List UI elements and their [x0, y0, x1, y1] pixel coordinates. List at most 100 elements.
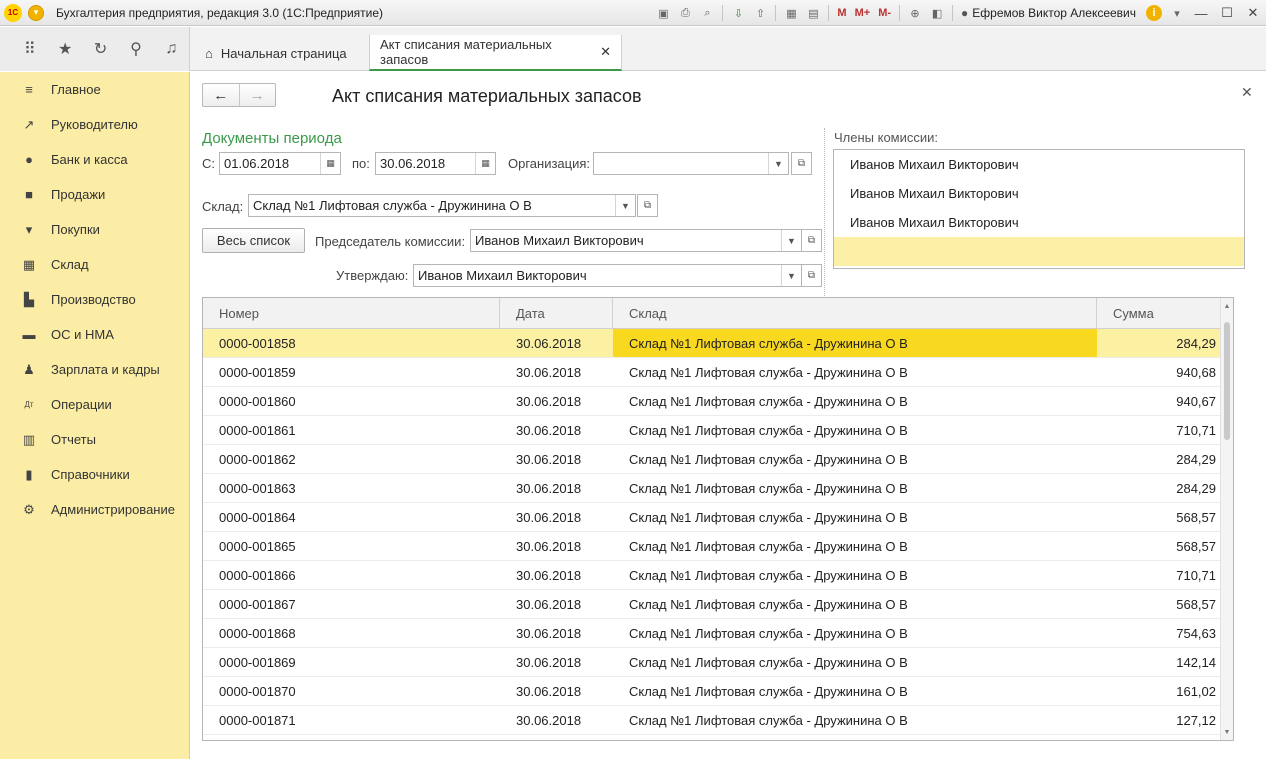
preview-icon[interactable]: ⌕	[698, 4, 716, 22]
vertical-scrollbar[interactable]: ▲ ▼	[1220, 298, 1233, 740]
current-user[interactable]: ● Ефремов Виктор Алексеевич	[961, 6, 1136, 20]
forward-arrow-icon[interactable]: →	[238, 84, 276, 106]
trend-icon: ↗	[23, 116, 35, 132]
list-item[interactable]	[834, 237, 1244, 266]
approver-field[interactable]: Иванов Михаил Викторович ▼	[413, 264, 802, 287]
cell-number: 0000-001871	[219, 712, 296, 728]
sidebar-item-salary[interactable]: ♟ Зарплата и кадры	[0, 352, 189, 387]
save-icon[interactable]: ▣	[654, 4, 672, 22]
info-icon[interactable]: i	[1146, 5, 1162, 21]
warehouse-field[interactable]: Склад №1 Лифтовая служба - Дружинина О В…	[248, 194, 636, 217]
calendar-picker-icon[interactable]: ▦	[320, 153, 340, 174]
download-icon[interactable]: ⇩	[729, 4, 747, 22]
chevron-down-icon[interactable]: ▼	[615, 195, 635, 216]
table-row[interactable]: 0000-001864 30.06.2018 Склад №1 Лифтовая с…	[203, 503, 1233, 532]
table-row[interactable]: 0000-001865 30.06.2018 Склад №1 Лифтовая с…	[203, 532, 1233, 561]
apps-grid-icon[interactable]: ⠿	[12, 35, 47, 63]
close-tab-icon[interactable]: ✕	[600, 44, 611, 60]
table-row[interactable]: 0000-001866 30.06.2018 Склад №1 Лифтовая с…	[203, 561, 1233, 590]
table-row[interactable]: 0000-001858 30.06.2018 Склад №1 Лифтовая с…	[203, 329, 1233, 358]
date-to-field[interactable]: 30.06.2018 ▦	[375, 152, 496, 175]
list-item[interactable]: Иванов Михаил Викторович	[834, 179, 1244, 208]
memory-minus-button[interactable]: M-	[878, 7, 891, 19]
chairman-value: Иванов Михаил Викторович	[475, 233, 644, 248]
organization-open-button[interactable]: ⧉	[791, 152, 812, 175]
cell-warehouse: Склад №1 Лифтовая служба - Дружинина О В	[629, 393, 908, 409]
history-icon[interactable]: ↻	[83, 35, 118, 63]
person-icon: ♟	[23, 361, 35, 377]
user-icon: ●	[961, 6, 969, 20]
upload-icon[interactable]: ⇧	[751, 4, 769, 22]
full-list-button[interactable]: Весь список	[202, 228, 305, 253]
calculator-icon[interactable]: ▦	[782, 4, 800, 22]
bell-icon[interactable]: ♫	[154, 35, 189, 63]
search-icon[interactable]: ⚲	[118, 35, 153, 63]
documents-table: Номер Дата Склад Сумма 0000-001858 30.06.…	[202, 297, 1234, 741]
star-icon[interactable]: ★	[47, 35, 82, 63]
zoom-icon[interactable]: ⊕	[906, 4, 924, 22]
close-form-icon[interactable]: ✕	[1241, 84, 1253, 101]
chevron-down-icon[interactable]: ▼	[781, 265, 801, 286]
tab-home[interactable]: ⌂ Начальная страница	[195, 35, 357, 71]
memory-plus-button[interactable]: M+	[855, 7, 871, 19]
sidebar-item-production[interactable]: ▙ Производство	[0, 282, 189, 317]
sidebar-item-label: Отчеты	[51, 432, 96, 447]
sidebar-item-warehouse[interactable]: ▦ Склад	[0, 247, 189, 282]
table-row[interactable]: 0000-001859 30.06.2018 Склад №1 Лифтовая с…	[203, 358, 1233, 387]
calendar-icon[interactable]: ▤	[804, 4, 822, 22]
sidebar-item-manager[interactable]: ↗ Руководителю	[0, 107, 189, 142]
list-item[interactable]: Иванов Михаил Викторович	[834, 208, 1244, 237]
chevron-down-icon[interactable]: ▼	[781, 230, 801, 251]
minimize-button[interactable]: —	[1188, 6, 1214, 21]
warehouse-label: Склад:	[202, 199, 244, 214]
table-row[interactable]: 0000-001871 30.06.2018 Склад №1 Лифтовая с…	[203, 706, 1233, 735]
chairman-open-button[interactable]: ⧉	[801, 229, 822, 252]
cell-sum: 940,67	[1176, 393, 1216, 409]
list-item[interactable]: Иванов Михаил Викторович	[834, 150, 1244, 179]
chairman-field[interactable]: Иванов Михаил Викторович ▼	[470, 229, 802, 252]
panel-icon[interactable]: ◧	[928, 4, 946, 22]
column-header-number[interactable]: Номер	[203, 298, 500, 328]
calendar-picker-icon[interactable]: ▦	[475, 153, 495, 174]
scroll-thumb[interactable]	[1224, 322, 1230, 440]
sidebar-item-sales[interactable]: ■ Продажи	[0, 177, 189, 212]
table-row[interactable]: 0000-001862 30.06.2018 Склад №1 Лифтовая с…	[203, 445, 1233, 474]
main-menu-button[interactable]: ▾	[28, 4, 44, 21]
approver-open-button[interactable]: ⧉	[801, 264, 822, 287]
sidebar-item-bank[interactable]: ● Банк и касса	[0, 142, 189, 177]
chevron-down-icon[interactable]: ▾	[1168, 4, 1186, 22]
sidebar-item-operations[interactable]: Дт Операции	[0, 387, 189, 422]
date-from-label: С:	[202, 156, 215, 171]
sidebar-item-catalogs[interactable]: ▮ Справочники	[0, 457, 189, 492]
scroll-down-icon[interactable]: ▼	[1221, 726, 1233, 738]
column-header-date[interactable]: Дата	[500, 298, 613, 328]
column-header-sum[interactable]: Сумма	[1097, 298, 1230, 328]
table-row[interactable]: 0000-001867 30.06.2018 Склад №1 Лифтовая с…	[203, 590, 1233, 619]
date-from-field[interactable]: 01.06.2018 ▦	[219, 152, 341, 175]
print-icon[interactable]: ⎙	[676, 4, 694, 22]
table-row[interactable]: 0000-001870 30.06.2018 Склад №1 Лифтовая с…	[203, 677, 1233, 706]
close-window-button[interactable]: ✕	[1240, 5, 1266, 21]
table-row[interactable]: 0000-001860 30.06.2018 Склад №1 Лифтовая с…	[203, 387, 1233, 416]
warehouse-open-button[interactable]: ⧉	[637, 194, 658, 217]
column-header-warehouse[interactable]: Склад	[613, 298, 1097, 328]
table-row[interactable]: 0000-001868 30.06.2018 Склад №1 Лифтовая с…	[203, 619, 1233, 648]
cell-number: 0000-001867	[219, 596, 296, 612]
memory-m-button[interactable]: M	[837, 7, 846, 19]
sidebar-item-reports[interactable]: ▥ Отчеты	[0, 422, 189, 457]
toolbar-divider	[899, 5, 901, 21]
organization-field[interactable]: ▼	[593, 152, 789, 175]
maximize-button[interactable]: ☐	[1214, 5, 1240, 21]
chevron-down-icon[interactable]: ▼	[768, 153, 788, 174]
table-row[interactable]: 0000-001861 30.06.2018 Склад №1 Лифтовая с…	[203, 416, 1233, 445]
table-row[interactable]: 0000-001863 30.06.2018 Склад №1 Лифтовая с…	[203, 474, 1233, 503]
sidebar-item-main[interactable]: ≡ Главное	[0, 72, 189, 107]
scroll-up-icon[interactable]: ▲	[1221, 300, 1233, 312]
sidebar-item-purchases[interactable]: ▾ Покупки	[0, 212, 189, 247]
back-arrow-icon[interactable]: ←	[203, 84, 239, 106]
sidebar-item-assets[interactable]: ▬ ОС и НМА	[0, 317, 189, 352]
tab-active-document[interactable]: Акт списания материальных запасов ✕	[369, 35, 622, 71]
gear-icon: ⚙	[23, 501, 35, 517]
sidebar-item-admin[interactable]: ⚙ Администрирование	[0, 492, 189, 527]
table-row[interactable]: 0000-001869 30.06.2018 Склад №1 Лифтовая с…	[203, 648, 1233, 677]
